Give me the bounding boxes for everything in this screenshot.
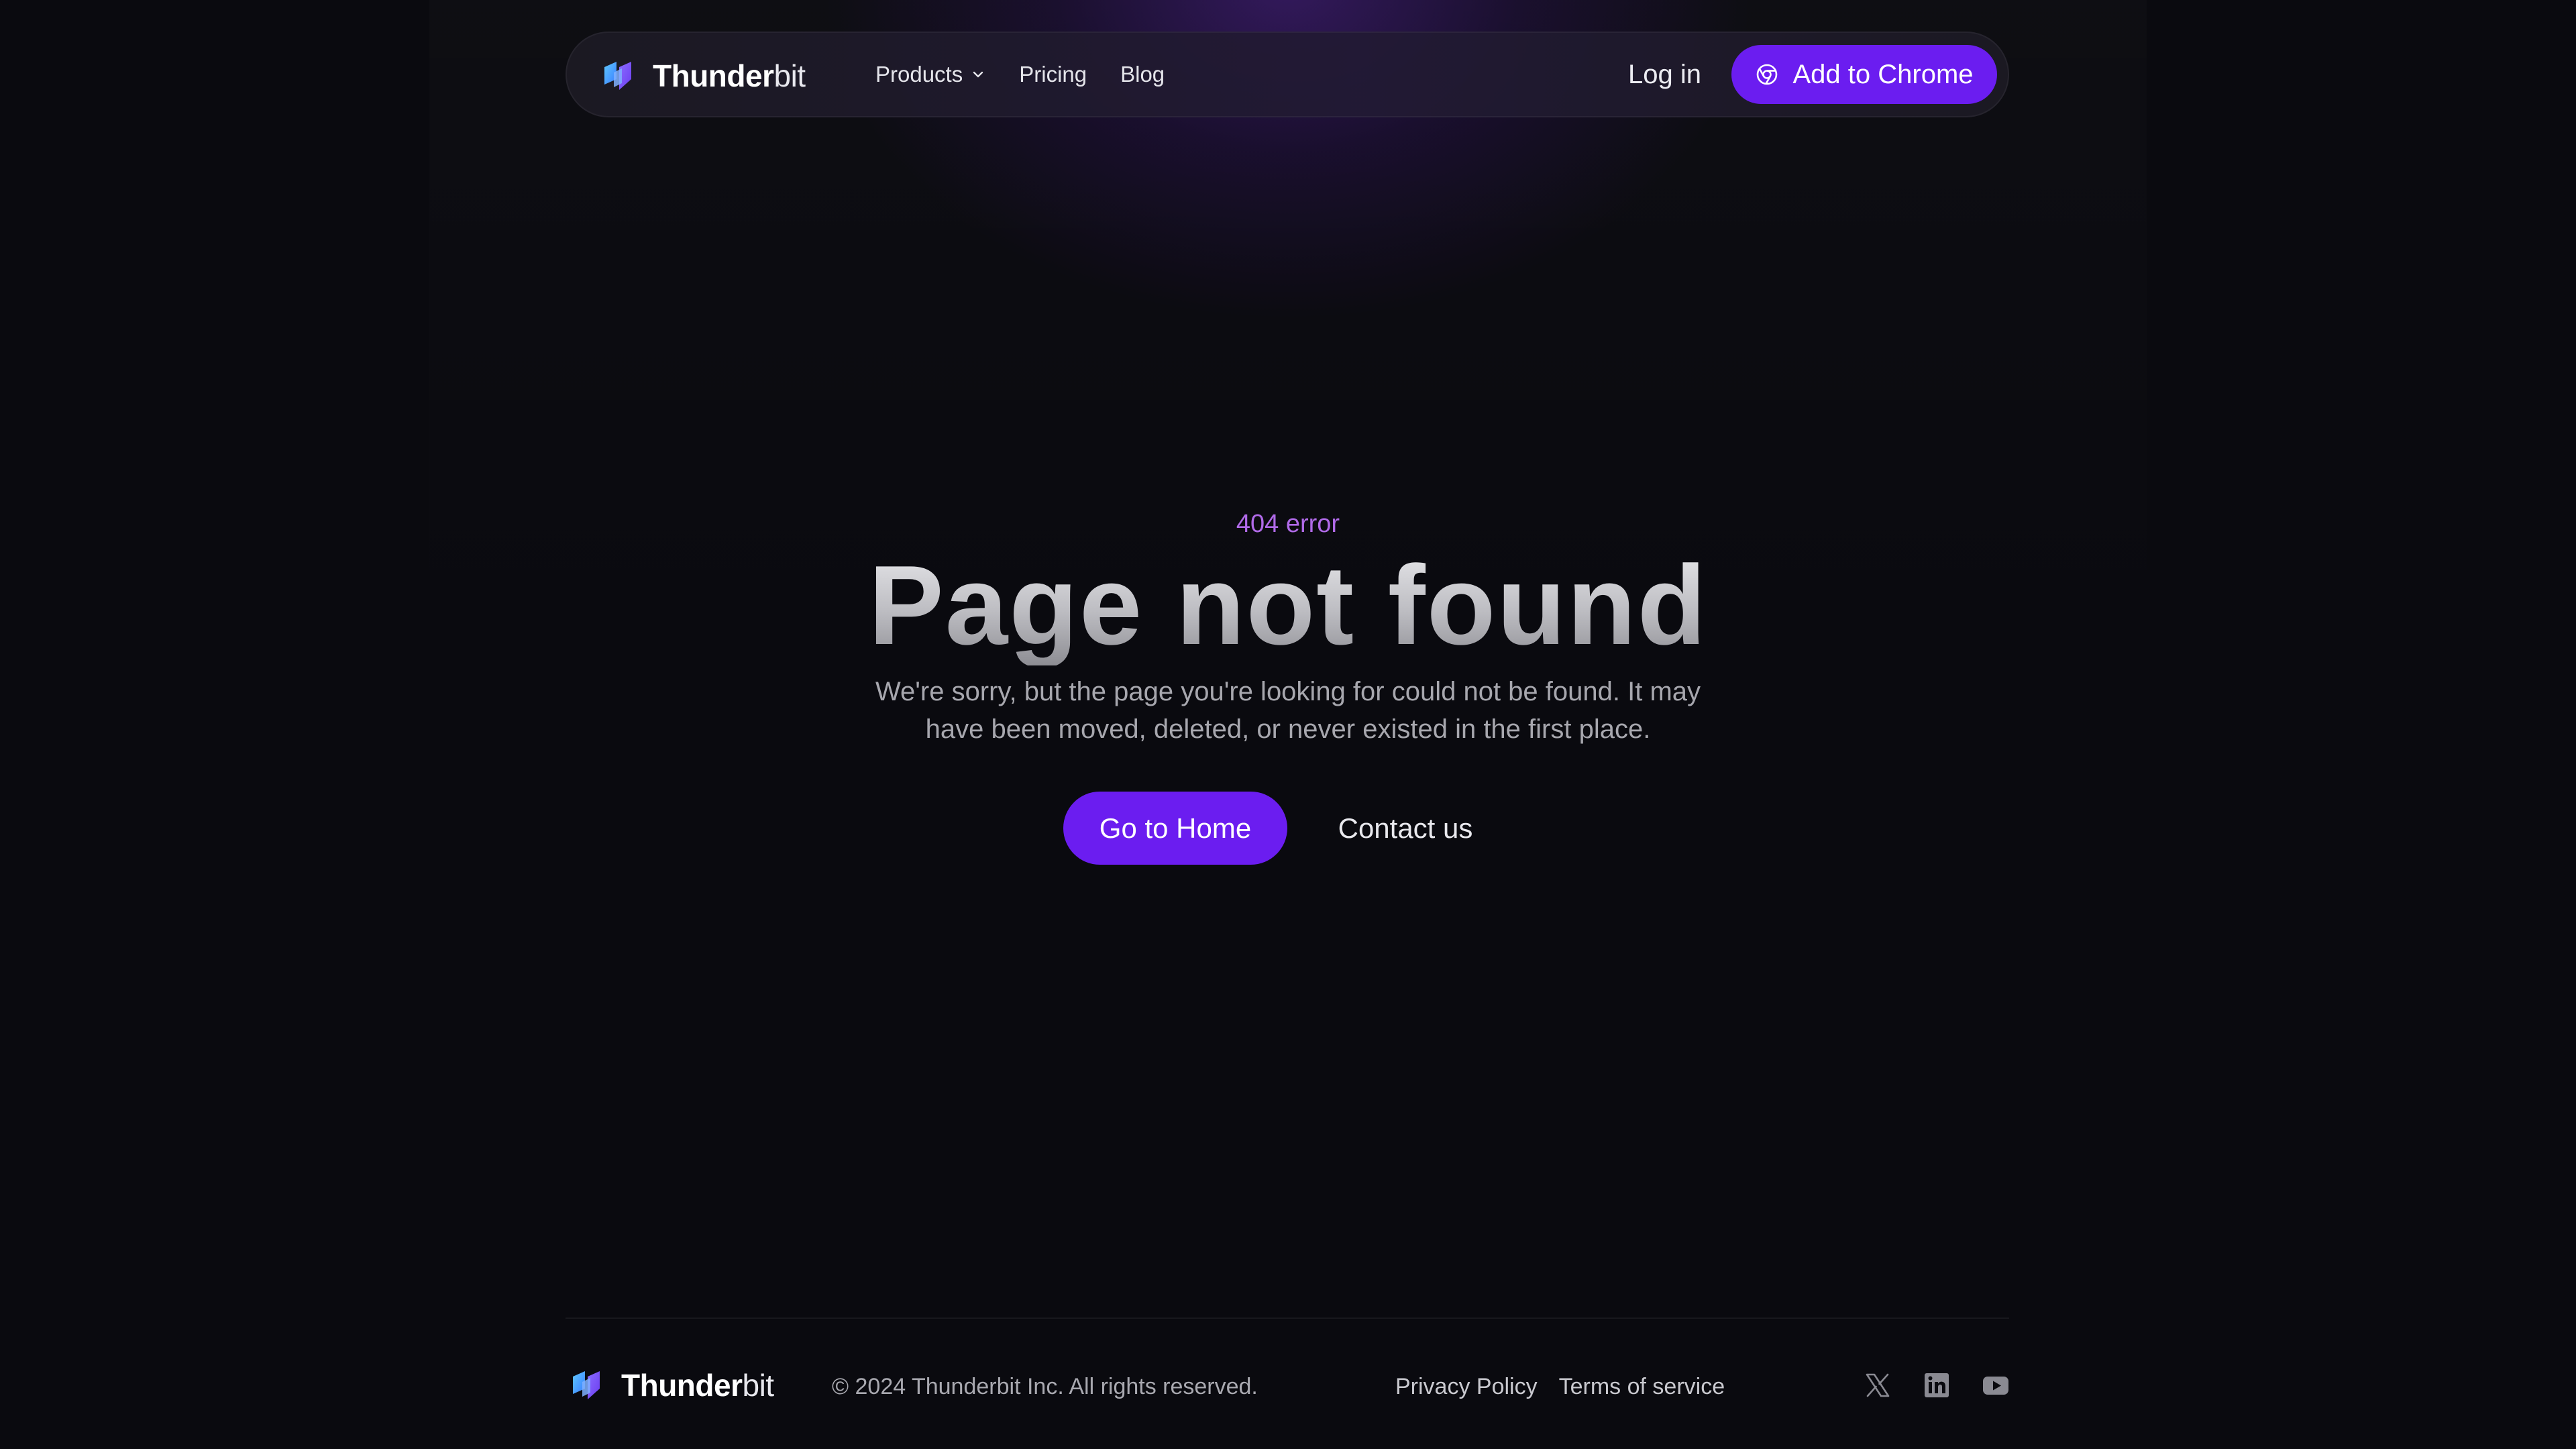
privacy-policy-link[interactable]: Privacy Policy xyxy=(1395,1370,1538,1403)
brand-logo-link[interactable]: Thunderbit xyxy=(602,58,806,94)
footer-brand-logo-link[interactable]: Thunderbit xyxy=(570,1367,774,1403)
linkedin-social-link[interactable] xyxy=(1921,1370,1952,1401)
main-nav: Products Pricing Blog xyxy=(875,33,1198,116)
nav-item-products-label: Products xyxy=(875,62,963,87)
top-navbar: Thunderbit Products Pricing Blog Log in xyxy=(566,32,2009,117)
page-title: Page not found xyxy=(0,545,2576,665)
action-buttons: Go to Home Contact us xyxy=(0,792,2576,865)
footer-wordmark-light: bit xyxy=(742,1368,774,1403)
login-link[interactable]: Log in xyxy=(1628,33,1701,116)
thunderbit-logo-icon xyxy=(573,1371,600,1399)
page: Thunderbit Products Pricing Blog Log in xyxy=(0,0,2576,1449)
nav-item-pricing[interactable]: Pricing xyxy=(1019,62,1087,87)
x-social-link[interactable] xyxy=(1862,1370,1893,1401)
linkedin-icon xyxy=(1925,1373,1949,1397)
footer-wordmark-strong: Thunder xyxy=(621,1368,743,1403)
contact-us-link[interactable]: Contact us xyxy=(1315,792,1496,865)
brand-wordmark: Thunderbit xyxy=(653,58,806,94)
social-links xyxy=(1862,1370,2039,1401)
add-to-chrome-button[interactable]: Add to Chrome xyxy=(1731,45,1997,104)
terms-of-service-link[interactable]: Terms of service xyxy=(1559,1370,1725,1403)
error-code-label: 404 error xyxy=(1236,510,1340,538)
footer: Thunderbit © 2024 Thunderbit Inc. All ri… xyxy=(0,1319,2576,1449)
nav-item-pricing-label: Pricing xyxy=(1019,62,1087,87)
footer-links: Privacy Policy Terms of service xyxy=(1395,1370,1746,1403)
nav-item-products[interactable]: Products xyxy=(875,62,985,87)
brand-wordmark-light: bit xyxy=(773,58,806,93)
brand-wordmark-strong: Thunder xyxy=(653,58,774,93)
add-to-chrome-label: Add to Chrome xyxy=(1792,59,1974,89)
youtube-social-link[interactable] xyxy=(1980,1370,2011,1401)
error-description: We're sorry, but the page you're looking… xyxy=(875,677,1701,744)
x-icon xyxy=(1866,1373,1890,1397)
go-to-home-button[interactable]: Go to Home xyxy=(1063,792,1287,865)
chrome-icon xyxy=(1757,64,1778,85)
youtube-icon xyxy=(1983,1377,2008,1395)
nav-item-blog[interactable]: Blog xyxy=(1120,62,1165,87)
chevron-down-icon xyxy=(973,71,983,78)
thunderbit-logo-icon xyxy=(604,62,631,90)
nav-item-blog-label: Blog xyxy=(1120,62,1165,87)
copyright-text: © 2024 Thunderbit Inc. All rights reserv… xyxy=(832,1374,1258,1399)
footer-brand-wordmark: Thunderbit xyxy=(621,1367,774,1403)
